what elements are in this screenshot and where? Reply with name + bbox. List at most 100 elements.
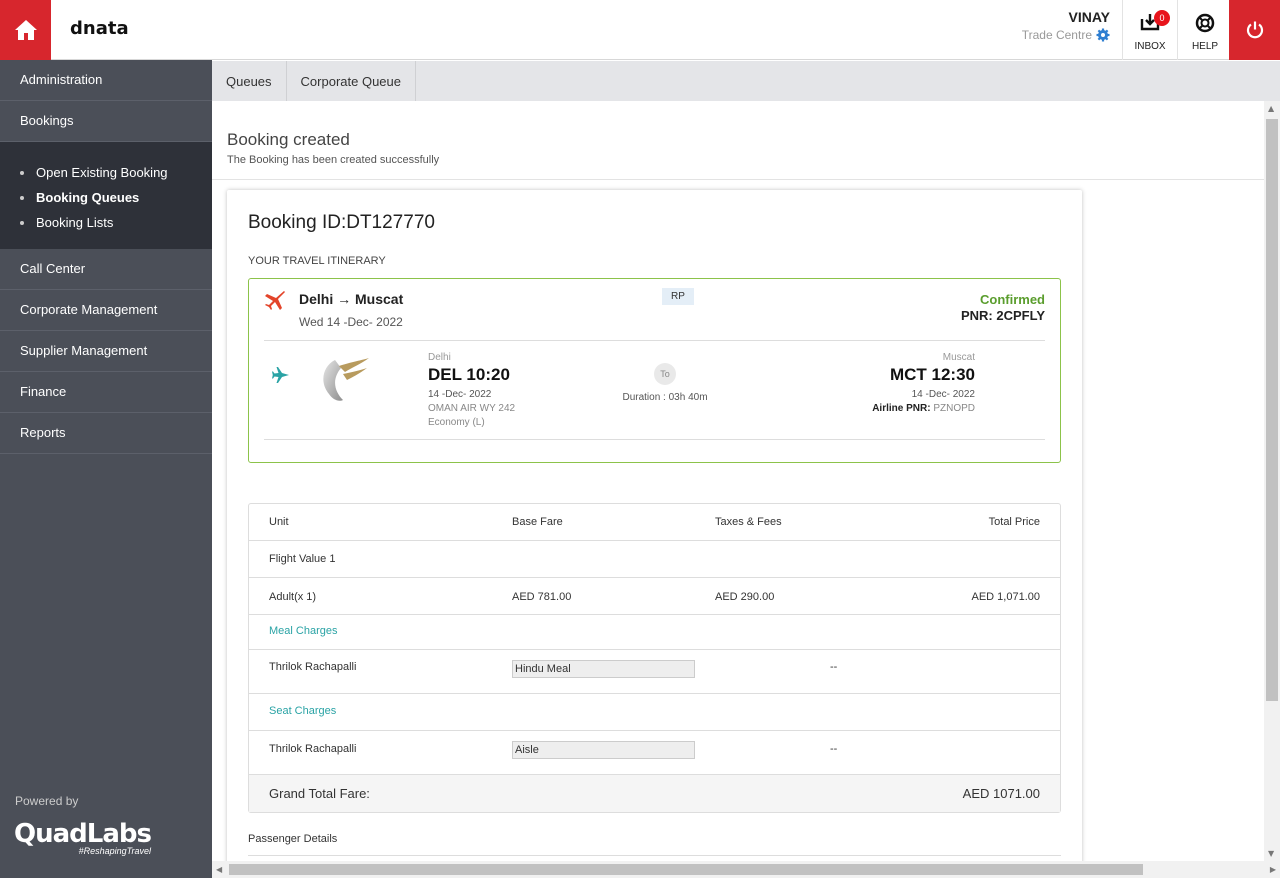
- airline-pnr: Airline PNR: PZNOPD: [872, 402, 975, 416]
- quadlabs-logo-text: QuadLabs: [14, 819, 152, 849]
- table-row: Meal Charges: [249, 615, 1060, 650]
- itinerary-heading: YOUR TRAVEL ITINERARY: [248, 255, 386, 267]
- adult-unit: Adult(x 1): [269, 591, 317, 603]
- divider: [248, 855, 1061, 856]
- sidebar-item-supplier-management[interactable]: Supplier Management: [0, 331, 212, 372]
- horizontal-scroll-thumb[interactable]: [229, 864, 1143, 875]
- user-info: VINAY Trade Centre: [1022, 9, 1110, 42]
- booking-id: Booking ID:DT127770: [248, 212, 435, 233]
- vertical-scroll-thumb[interactable]: [1266, 119, 1278, 701]
- departure-city: Delhi: [428, 352, 451, 363]
- quadlabs-logo: QuadLabs #ReshapingTravel: [14, 819, 152, 856]
- lifebuoy-icon: [1195, 13, 1215, 33]
- tab-bar: Queues Corporate Queue: [212, 61, 1280, 101]
- arrival-city: Muscat: [942, 352, 975, 363]
- pnr-label: PNR: 2CPFLY: [960, 308, 1045, 323]
- sidebar: Administration Bookings Open Existing Bo…: [0, 60, 212, 878]
- grand-total-value: AED 1071.00: [962, 786, 1040, 801]
- grand-total-row: Grand Total Fare: AED 1071.00: [249, 775, 1060, 812]
- booking-status: Confirmed PNR: 2CPFLY: [961, 292, 1045, 323]
- sidebar-item-bookings[interactable]: Bookings: [0, 101, 212, 142]
- sidebar-item-reports[interactable]: Reports: [0, 413, 212, 454]
- power-icon: [1246, 21, 1263, 39]
- flight-value-label: Flight Value 1: [269, 553, 336, 565]
- flight-number: OMAN AIR WY 242: [428, 403, 516, 414]
- duration-label: Duration : 03h 40m: [622, 392, 708, 403]
- user-name: VINAY: [1068, 9, 1110, 25]
- segment-duration: To Duration : 03h 40m: [615, 363, 715, 403]
- passenger-details-heading: Passenger Details: [248, 833, 338, 845]
- divider: [212, 179, 1264, 180]
- submenu-item-open-existing-booking[interactable]: Open Existing Booking: [20, 160, 212, 185]
- adult-base-fare: AED 781.00: [512, 591, 572, 603]
- route-date: Wed 14 -Dec- 2022: [299, 315, 403, 329]
- scroll-left-icon[interactable]: ◀: [216, 865, 222, 874]
- submenu-label: Booking Queues: [36, 190, 140, 205]
- meal-price: --: [830, 661, 838, 673]
- submenu-item-booking-queues[interactable]: Booking Queues: [20, 185, 212, 210]
- brand-name: dnata: [70, 18, 129, 39]
- help-label: HELP: [1191, 41, 1219, 52]
- plane-icon: [265, 291, 285, 310]
- home-button[interactable]: [0, 0, 51, 60]
- table-row: Adult(x 1) AED 781.00 AED 290.00 AED 1,0…: [249, 578, 1060, 615]
- scroll-up-icon[interactable]: ▲: [1268, 104, 1274, 113]
- adult-total: AED 1,071.00: [971, 591, 1041, 603]
- route-label: Delhi → Muscat: [299, 291, 404, 307]
- submenu-item-booking-lists[interactable]: Booking Lists: [20, 210, 212, 235]
- cabin-class: Economy (L): [428, 417, 485, 428]
- horizontal-scrollbar[interactable]: ◀ ▶: [212, 861, 1280, 878]
- inbox-label: INBOX: [1134, 41, 1166, 52]
- adult-taxes: AED 290.00: [715, 591, 775, 603]
- inbox-button[interactable]: 0 INBOX: [1122, 0, 1177, 60]
- scroll-down-icon[interactable]: ▼: [1268, 849, 1274, 858]
- arrival-time: MCT 12:30: [889, 365, 975, 384]
- home-icon: [14, 20, 37, 40]
- user-centre[interactable]: Trade Centre: [1022, 28, 1110, 42]
- segment-plane-icon: [272, 367, 289, 383]
- page-title: Booking created: [227, 130, 350, 149]
- fare-type-badge: RP: [662, 288, 694, 305]
- departure-time: DEL 10:20: [428, 365, 510, 384]
- vertical-scrollbar[interactable]: ▲ ▼: [1264, 101, 1280, 861]
- oman-air-logo: [323, 358, 369, 401]
- meal-passenger: Thrilok Rachapalli: [269, 661, 357, 673]
- submenu-label: Booking Lists: [36, 215, 114, 230]
- booking-card: Booking ID:DT127770 YOUR TRAVEL ITINERAR…: [227, 190, 1082, 861]
- tab-corporate-queue[interactable]: Corporate Queue: [287, 61, 416, 101]
- main-content: Booking created The Booking has been cre…: [212, 101, 1264, 861]
- meal-charges-label: Meal Charges: [269, 625, 338, 637]
- status-badge: Confirmed: [980, 292, 1045, 307]
- divider: [264, 340, 1045, 341]
- sidebar-item-corporate-management[interactable]: Corporate Management: [0, 290, 212, 331]
- sidebar-item-finance[interactable]: Finance: [0, 372, 212, 413]
- scroll-right-icon[interactable]: ▶: [1270, 865, 1276, 874]
- seat-charges-label: Seat Charges: [269, 705, 337, 717]
- arrival-info: Muscat MCT 12:30 14 -Dec- 2022 Airline P…: [872, 352, 975, 416]
- header-base-fare: Base Fare: [512, 516, 563, 528]
- tab-queues[interactable]: Queues: [212, 61, 287, 101]
- departure-date: 14 -Dec- 2022: [428, 389, 492, 400]
- bullet-icon: [20, 220, 24, 225]
- header-taxes: Taxes & Fees: [715, 516, 782, 528]
- gear-icon[interactable]: [1096, 28, 1110, 42]
- table-row: Seat Charges: [249, 694, 1060, 731]
- submenu-label: Open Existing Booking: [36, 165, 168, 180]
- help-button[interactable]: HELP: [1177, 0, 1232, 60]
- top-bar: dnata VINAY Trade Centre 0 INBOX HELP: [0, 0, 1280, 60]
- header-unit: Unit: [269, 516, 289, 528]
- table-row: Flight Value 1: [249, 541, 1060, 578]
- user-centre-label: Trade Centre: [1021, 28, 1092, 42]
- seat-passenger: Thrilok Rachapalli: [269, 743, 357, 755]
- fare-header-row: Unit Base Fare Taxes & Fees Total Price: [249, 504, 1060, 541]
- table-row: Thrilok Rachapalli Aisle --: [249, 731, 1060, 775]
- inbox-count-badge: 0: [1154, 10, 1170, 26]
- sidebar-item-administration[interactable]: Administration: [0, 60, 212, 101]
- bullet-icon: [20, 195, 24, 200]
- logout-button[interactable]: [1229, 0, 1280, 60]
- table-row: Thrilok Rachapalli Hindu Meal --: [249, 650, 1060, 694]
- bookings-submenu: Open Existing Booking Booking Queues Boo…: [0, 142, 212, 249]
- meal-field[interactable]: Hindu Meal: [512, 660, 695, 678]
- sidebar-item-call-center[interactable]: Call Center: [0, 249, 212, 290]
- seat-field[interactable]: Aisle: [512, 741, 695, 759]
